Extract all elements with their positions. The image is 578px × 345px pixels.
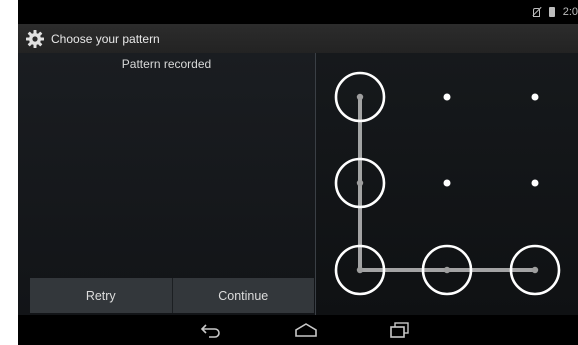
- pattern-node-dot: [531, 93, 539, 101]
- page-title: Choose your pattern: [51, 31, 160, 46]
- pattern-node-center: [356, 266, 364, 274]
- pattern-node-5[interactable]: [443, 179, 451, 187]
- pattern-node-dot: [531, 179, 539, 187]
- pattern-node-center: [356, 179, 364, 187]
- pattern-node-6[interactable]: [531, 179, 539, 187]
- settings-gear-icon: [26, 29, 44, 48]
- status-bar: 2:0: [18, 0, 578, 24]
- navigation-bar: [18, 315, 578, 345]
- pattern-node-dot: [443, 93, 451, 101]
- home-icon[interactable]: [293, 321, 319, 339]
- pattern-node-center: [443, 266, 451, 274]
- battery-icon: [548, 7, 555, 17]
- recent-apps-icon[interactable]: [387, 321, 411, 339]
- mute-icon: [531, 7, 541, 17]
- pattern-node-2[interactable]: [443, 93, 451, 101]
- pattern-grid[interactable]: [316, 53, 578, 315]
- pattern-node-center: [531, 266, 539, 274]
- clock: 2:0: [562, 6, 578, 18]
- pattern-info-panel: Pattern recorded Retry Continue: [18, 53, 315, 315]
- button-bar: Retry Continue: [30, 278, 314, 313]
- retry-button[interactable]: Retry: [30, 278, 172, 313]
- pattern-node-center: [356, 93, 364, 101]
- back-icon[interactable]: [199, 321, 223, 339]
- pattern-node-dot: [443, 179, 451, 187]
- status-icons: 2:0: [531, 0, 578, 24]
- device-screen: 2:0 Choose your pattern Pattern recorded…: [18, 0, 578, 345]
- action-bar: Choose your pattern: [18, 24, 578, 53]
- pattern-node-3[interactable]: [531, 93, 539, 101]
- continue-button[interactable]: Continue: [172, 278, 314, 313]
- pattern-status-message: Pattern recorded: [121, 57, 212, 71]
- pattern-input-panel[interactable]: [316, 53, 578, 315]
